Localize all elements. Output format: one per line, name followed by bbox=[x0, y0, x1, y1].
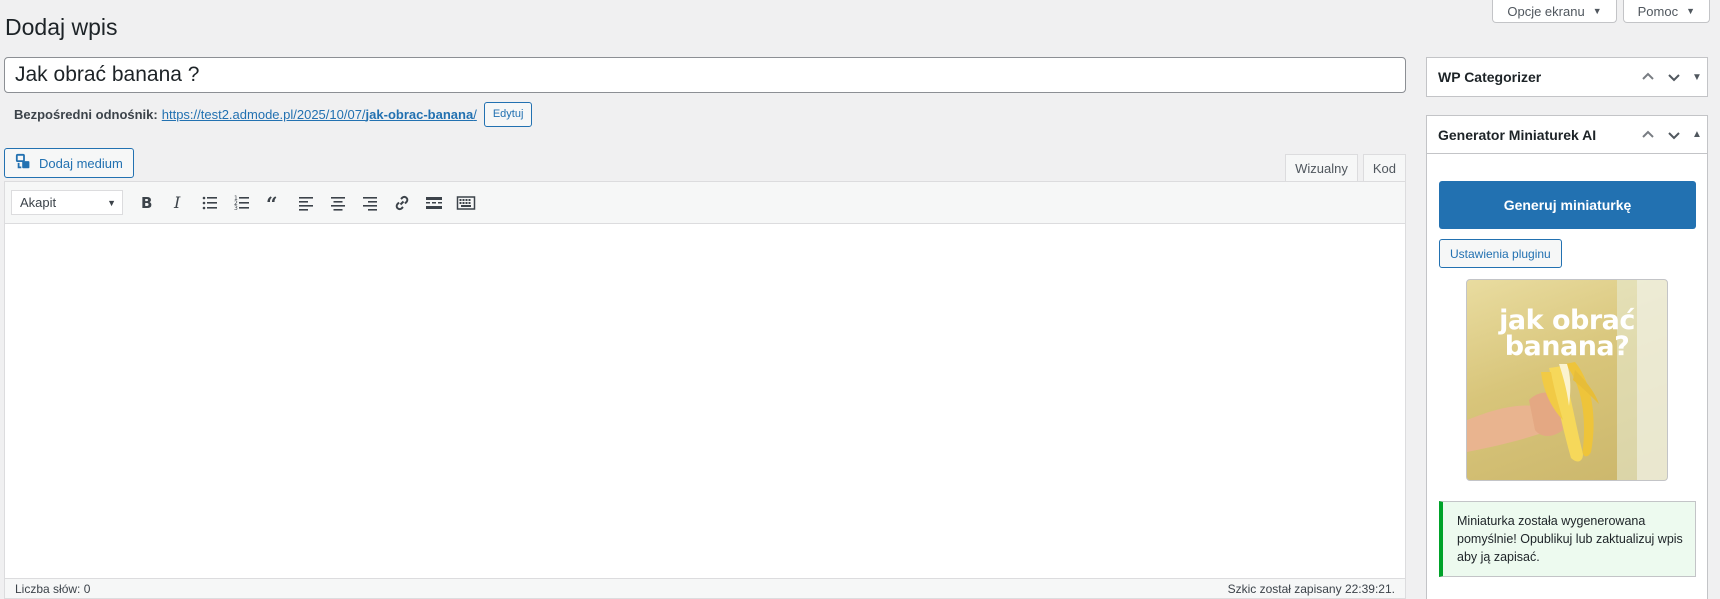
permalink-label: Bezpośredni odnośnik: bbox=[14, 107, 158, 122]
permalink-url-tail: / bbox=[473, 107, 477, 122]
chevron-down-icon[interactable] bbox=[1661, 59, 1687, 95]
numbered-list-icon[interactable]: 123 bbox=[227, 188, 257, 218]
wp-categorizer-header: WP Categorizer ▼ bbox=[1427, 58, 1707, 96]
permalink-url-base: https://test2.admode.pl/2025/10/07/ bbox=[161, 107, 366, 122]
bullet-list-icon[interactable] bbox=[195, 188, 225, 218]
content-editor: Akapit ▼ B I 123 “ Liczba słów: 0 Szkic … bbox=[4, 181, 1406, 599]
post-title-input[interactable] bbox=[15, 63, 1395, 87]
help-button[interactable]: Pomoc ▼ bbox=[1622, 0, 1710, 23]
tab-visual[interactable]: Wizualny bbox=[1285, 154, 1358, 182]
page-title: Dodaj wpis bbox=[5, 14, 118, 40]
tab-code[interactable]: Kod bbox=[1362, 154, 1406, 182]
permalink-row: Bezpośredni odnośnik: https://test2.admo… bbox=[14, 102, 533, 127]
toolbar-toggle-icon[interactable] bbox=[451, 188, 481, 218]
post-title-field[interactable] bbox=[4, 57, 1406, 93]
svg-text:B: B bbox=[141, 194, 152, 212]
caret-down-icon: ▼ bbox=[1592, 5, 1602, 16]
align-right-icon[interactable] bbox=[355, 188, 385, 218]
generate-thumbnail-button[interactable]: Generuj miniaturkę bbox=[1439, 181, 1696, 229]
word-count: Liczba słów: 0 bbox=[15, 581, 91, 596]
add-media-button[interactable]: Dodaj medium bbox=[4, 148, 134, 178]
format-select[interactable]: Akapit ▼ bbox=[11, 190, 123, 215]
screen-options-label: Opcje ekranu bbox=[1507, 3, 1585, 19]
align-center-icon[interactable] bbox=[323, 188, 353, 218]
italic-icon[interactable]: I bbox=[163, 188, 193, 218]
caret-down-icon: ▼ bbox=[1686, 5, 1695, 16]
permalink-link[interactable]: https://test2.admode.pl/2025/10/07/jak-o… bbox=[162, 107, 477, 122]
wp-categorizer-title: WP Categorizer bbox=[1438, 69, 1542, 85]
thumbnail-caption: jak obrać banana? bbox=[1499, 305, 1635, 362]
screen-meta-links: Opcje ekranu ▼ Pomoc ▼ bbox=[1492, 0, 1720, 23]
svg-text:I: I bbox=[173, 193, 181, 212]
toggle-panel-icon[interactable]: ▼ bbox=[1687, 59, 1707, 95]
thumbnail-generator-box: Generator Miniaturek AI ▲ Generuj miniat… bbox=[1426, 115, 1708, 599]
align-left-icon[interactable] bbox=[291, 188, 321, 218]
chevron-down-icon[interactable] bbox=[1661, 117, 1687, 153]
success-notice: Miniaturka została wygenerowana pomyślni… bbox=[1439, 501, 1696, 577]
screen-options-button[interactable]: Opcje ekranu ▼ bbox=[1492, 0, 1617, 23]
add-media-label: Dodaj medium bbox=[39, 155, 123, 171]
editor-tabs: Wizualny Kod bbox=[1285, 154, 1406, 182]
chevron-up-icon[interactable] bbox=[1635, 117, 1661, 153]
help-label: Pomoc bbox=[1637, 3, 1679, 19]
read-more-icon[interactable] bbox=[419, 188, 449, 218]
editor-toolbar: Akapit ▼ B I 123 “ bbox=[5, 182, 1405, 224]
edit-permalink-button[interactable]: Edytuj bbox=[483, 102, 533, 127]
draft-saved-status: Szkic został zapisany 22:39:21. bbox=[1227, 581, 1395, 596]
editor-content-area[interactable] bbox=[5, 224, 1405, 579]
wp-categorizer-box: WP Categorizer ▼ bbox=[1426, 57, 1708, 97]
format-select-value: Akapit bbox=[20, 195, 57, 210]
bold-icon[interactable]: B bbox=[131, 188, 161, 218]
chevron-up-icon[interactable] bbox=[1635, 59, 1661, 95]
generated-thumbnail-image: jak obrać banana? bbox=[1466, 279, 1668, 481]
media-icon bbox=[15, 153, 33, 174]
plugin-settings-button[interactable]: Ustawienia pluginu bbox=[1439, 239, 1562, 268]
permalink-slug: jak-obrac-banana bbox=[365, 107, 474, 122]
blockquote-icon[interactable]: “ bbox=[259, 188, 289, 218]
link-icon[interactable] bbox=[387, 188, 417, 218]
svg-text:3: 3 bbox=[234, 205, 238, 212]
editor-statusbar: Liczba słów: 0 Szkic został zapisany 22:… bbox=[5, 578, 1405, 598]
thumbnail-generator-title: Generator Miniaturek AI bbox=[1438, 126, 1597, 143]
thumbnail-generator-header: Generator Miniaturek AI ▲ bbox=[1427, 116, 1707, 154]
svg-text:“: “ bbox=[266, 193, 278, 213]
toggle-panel-icon[interactable]: ▲ bbox=[1687, 117, 1707, 153]
caret-down-icon: ▼ bbox=[107, 197, 116, 208]
